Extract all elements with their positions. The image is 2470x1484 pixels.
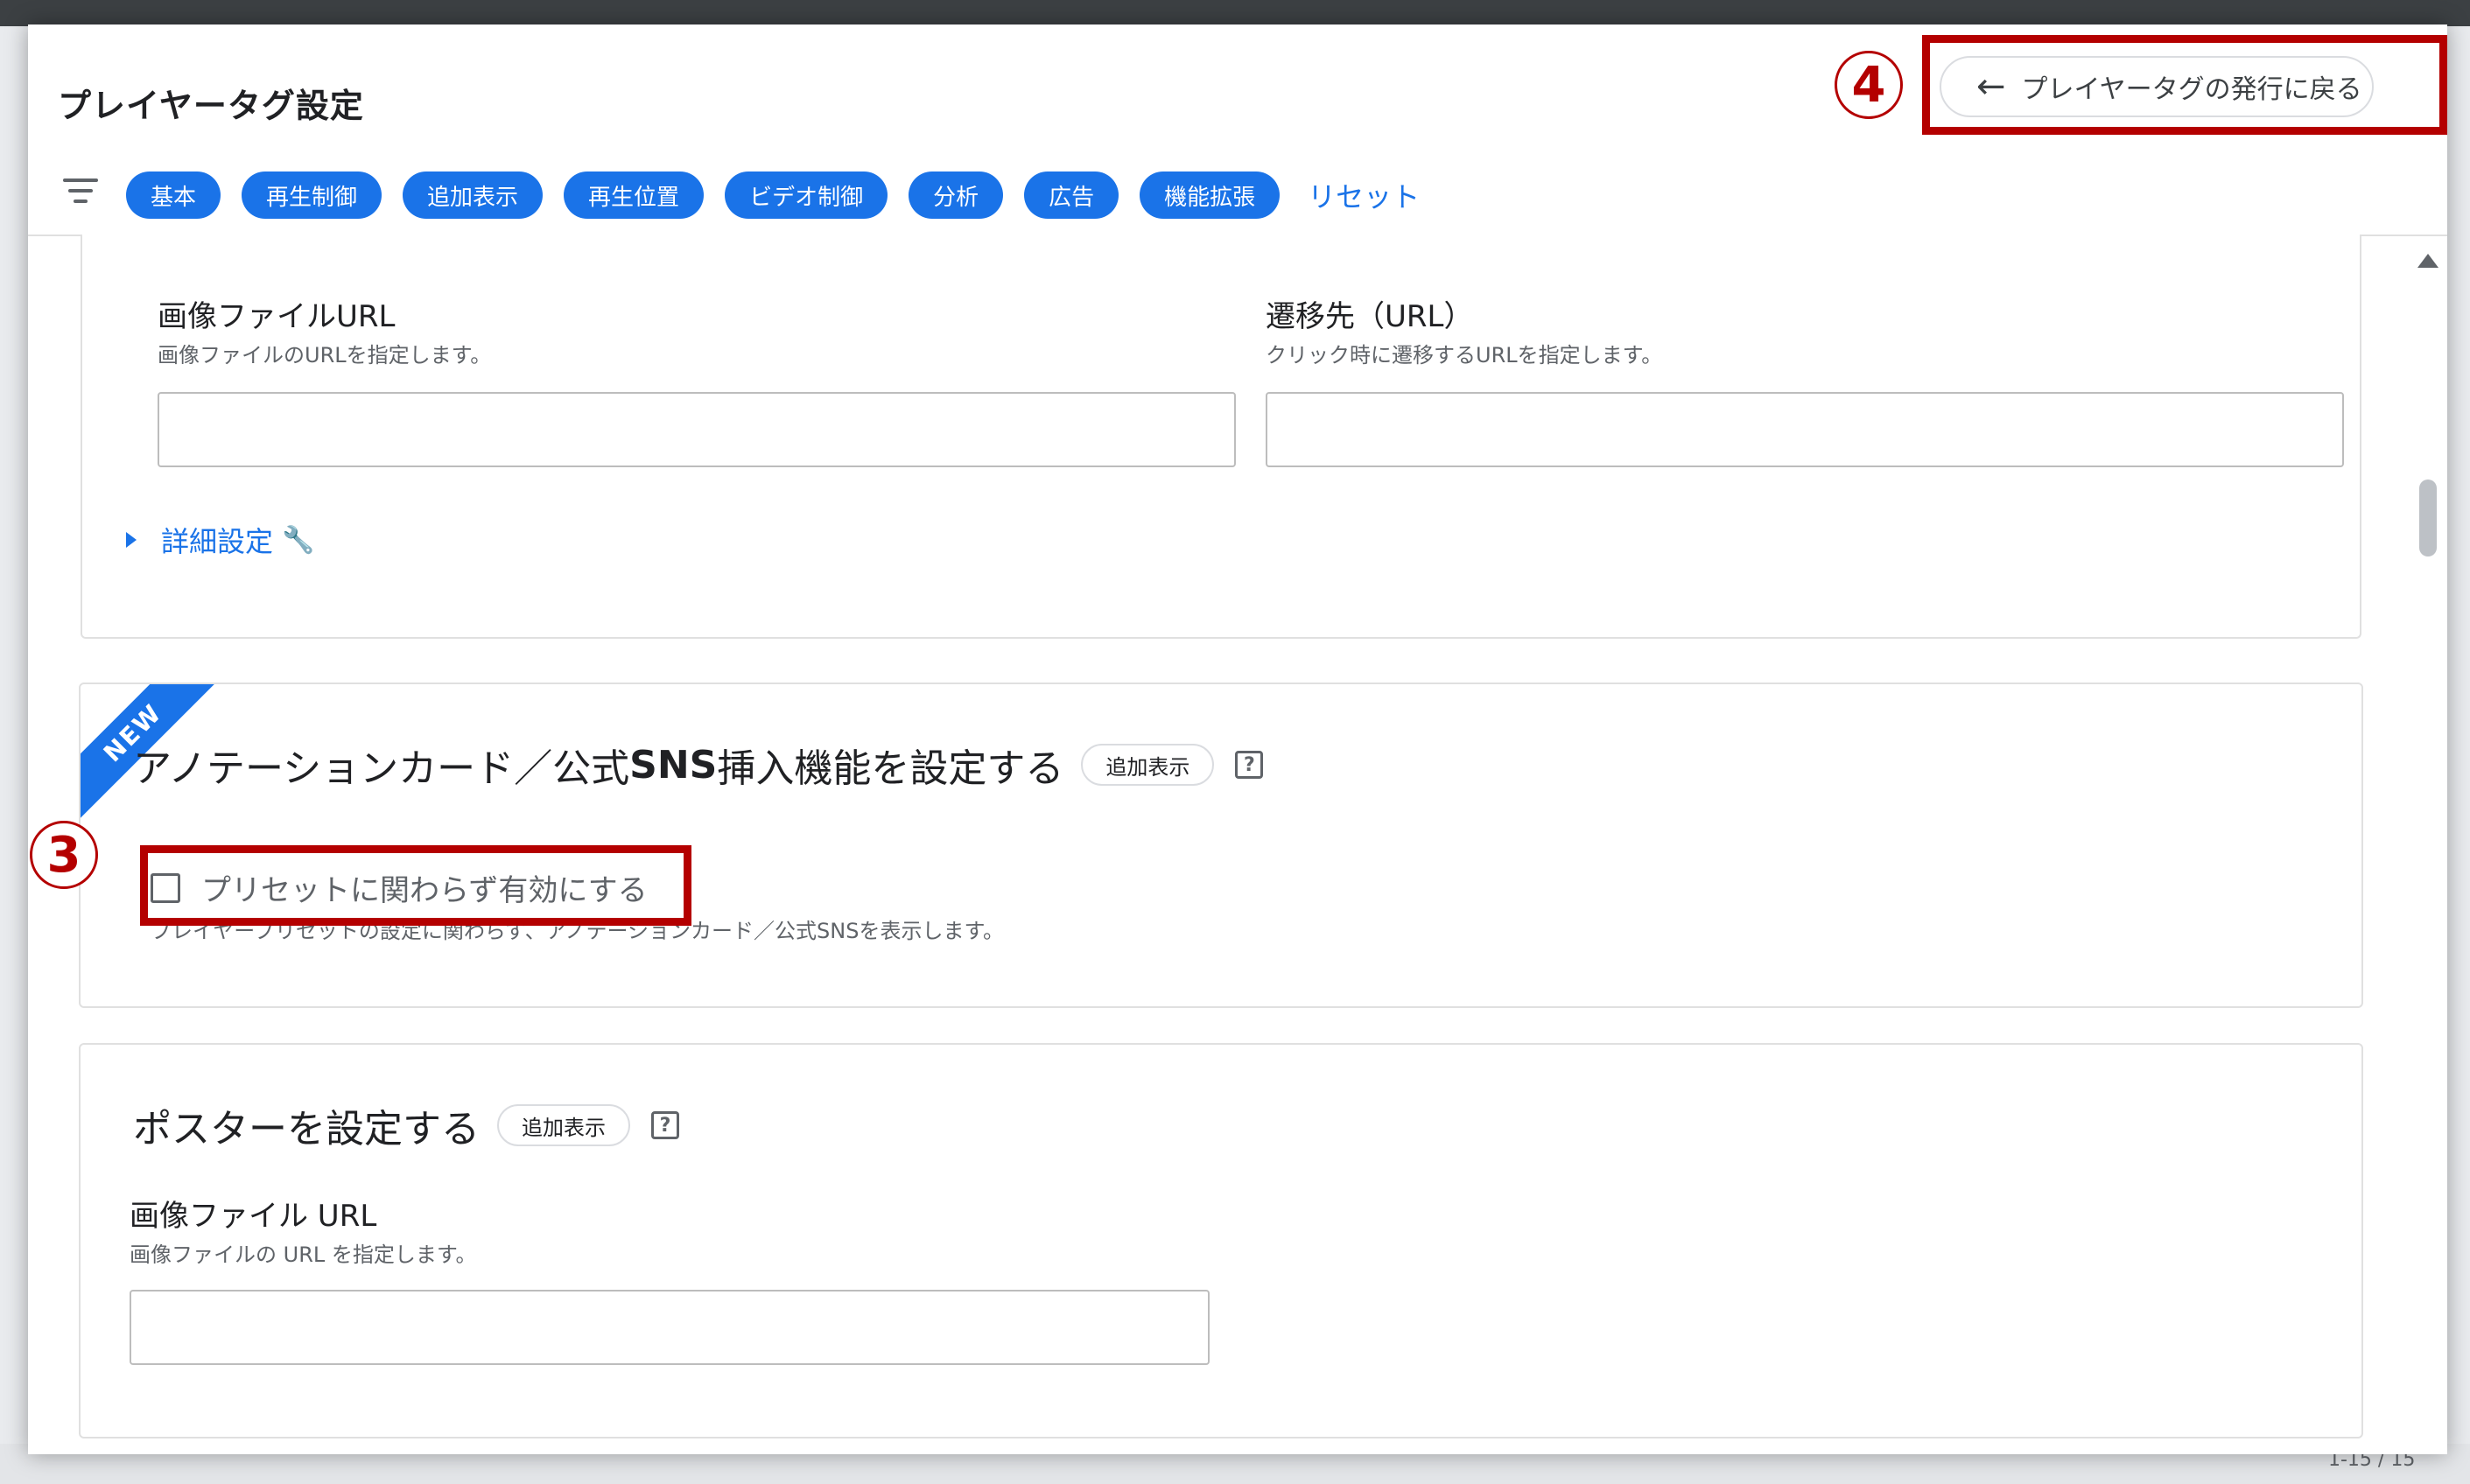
target-url-help: クリック時に遷移するURLを指定します。 (1266, 343, 1663, 368)
chip-video-control[interactable]: ビデオ制御 (725, 172, 888, 219)
image-url-help: 画像ファイルのURLを指定します。 (158, 343, 492, 368)
category-chip-bar: 基本 再生制御 追加表示 再生位置 ビデオ制御 分析 広告 機能拡張 リセット (126, 172, 1420, 219)
player-tag-settings-dialog: プレイヤータグ設定 4 ← プレイヤータグの発行に戻る 基本 再生制御 追加表示… (28, 24, 2447, 1454)
filter-icon[interactable] (63, 178, 98, 214)
callout-number-4: 4 (1835, 51, 1903, 119)
chip-playback-position[interactable]: 再生位置 (564, 172, 705, 219)
annotation-title-part2: 挿入機能を設定する (717, 746, 1064, 791)
scroll-up-arrow-icon[interactable] (2417, 254, 2438, 268)
target-url-input[interactable] (1266, 392, 2344, 467)
chip-analytics[interactable]: 分析 (909, 172, 1004, 219)
annotation-title-sns: SNS (629, 742, 718, 788)
annotation-title-part1: アノテーションカード／公式 (133, 746, 630, 791)
additional-display-tag: 追加表示 (1081, 744, 1215, 786)
annotation-section-title: アノテーションカード／公式 SNS 挿入機能を設定する 追加表示 ? (133, 737, 1264, 793)
target-url-label: 遷移先（URL） (1266, 299, 1474, 334)
poster-help-icon[interactable]: ? (651, 1111, 679, 1139)
callout-highlight-box-3 (140, 845, 691, 926)
chip-basic[interactable]: 基本 (126, 172, 221, 219)
caret-right-icon (126, 532, 137, 548)
poster-image-url-help: 画像ファイルの URL を指定します。 (130, 1242, 477, 1267)
callout-highlight-box-4 (1922, 35, 2447, 135)
poster-section-title: ポスターを設定する 追加表示 ? (133, 1097, 679, 1153)
background-sidebar (0, 26, 28, 1484)
poster-image-url-label: 画像ファイル URL (130, 1199, 377, 1234)
poster-additional-display-tag: 追加表示 (497, 1104, 630, 1146)
image-link-card: 画像ファイルURL 画像ファイルのURLを指定します。 遷移先（URL） クリッ… (81, 234, 2361, 639)
callout-number-3: 3 (30, 821, 98, 889)
detail-settings-label: 詳細設定 (161, 525, 274, 558)
chip-playback-control[interactable]: 再生制御 (242, 172, 382, 219)
dialog-title: プレイヤータグ設定 (58, 87, 364, 125)
detail-settings-toggle[interactable]: 詳細設定 🔧 (126, 520, 314, 560)
image-url-label: 画像ファイルURL (158, 299, 396, 334)
poster-image-url-input[interactable] (130, 1290, 1210, 1365)
poster-title-text: ポスターを設定する (133, 1107, 480, 1152)
help-icon[interactable]: ? (1235, 751, 1264, 779)
reset-link[interactable]: リセット (1308, 175, 1420, 215)
scrollbar-thumb[interactable] (2419, 480, 2437, 556)
background-right-edge (2447, 26, 2470, 1484)
poster-card: ポスターを設定する 追加表示 ? 画像ファイル URL 画像ファイルの URL … (79, 1043, 2363, 1438)
image-url-input[interactable] (158, 392, 1236, 467)
background-topbar (0, 0, 2470, 26)
chip-extensions[interactable]: 機能拡張 (1140, 172, 1281, 219)
chip-ads[interactable]: 広告 (1024, 172, 1119, 219)
wrench-icon: 🔧 (282, 524, 315, 556)
chip-additional-display[interactable]: 追加表示 (403, 172, 544, 219)
